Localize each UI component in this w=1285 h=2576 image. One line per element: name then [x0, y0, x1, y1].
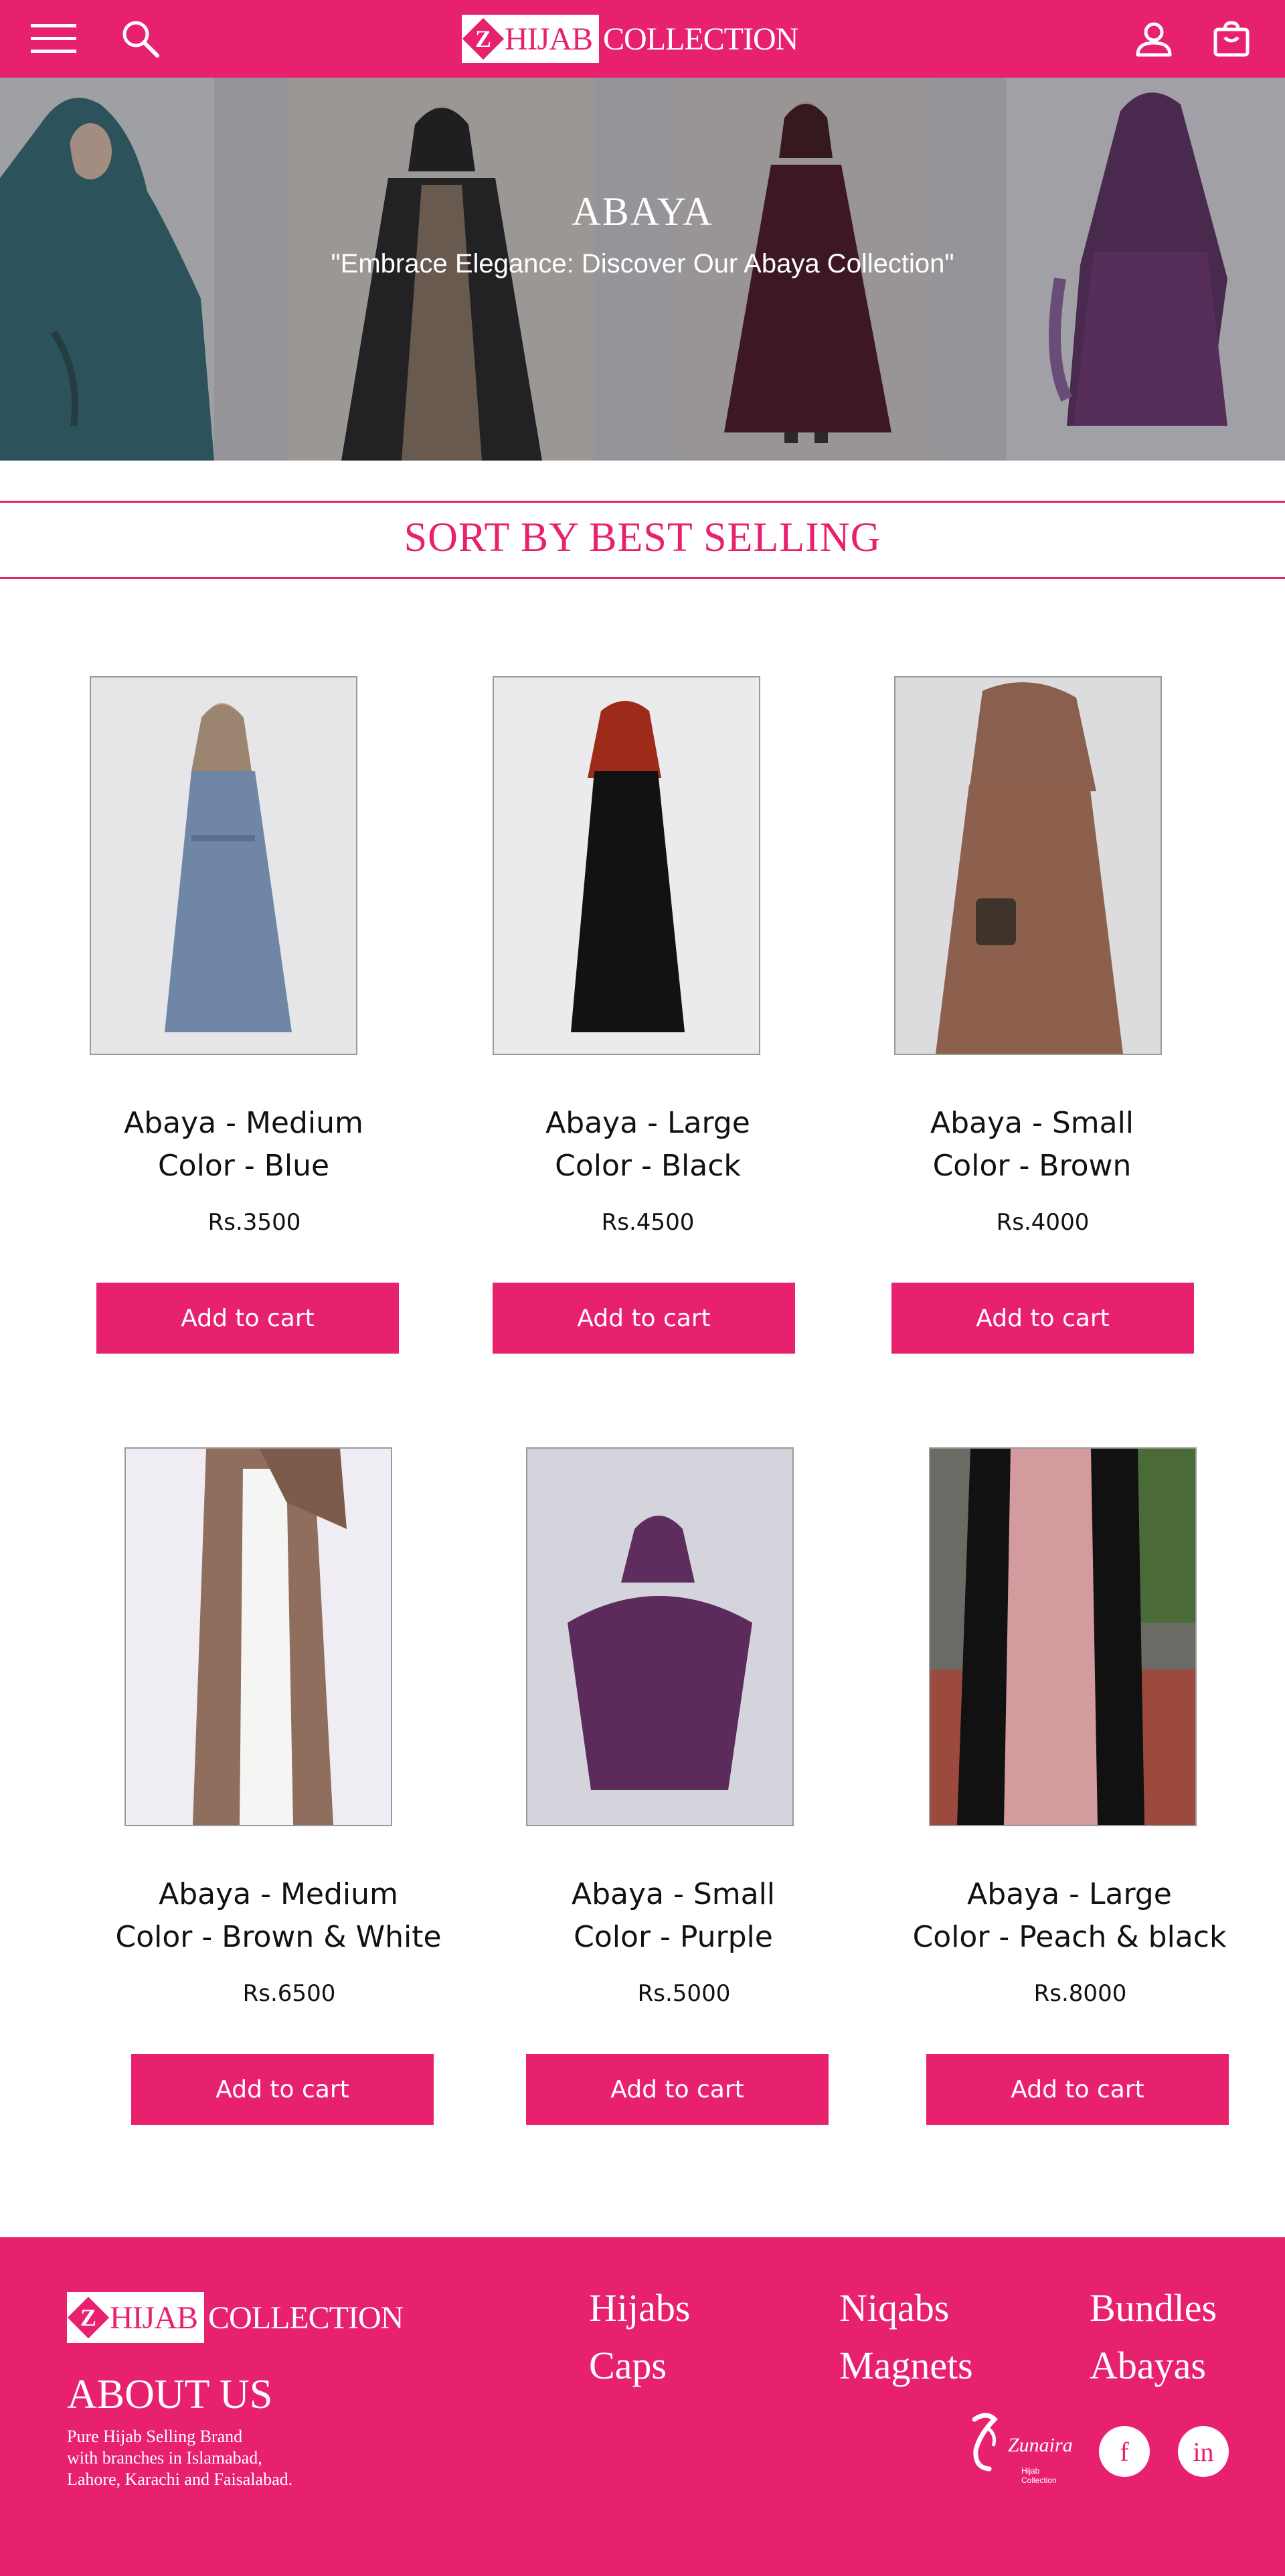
- product-title: Abaya - Large Color - Peach & black: [902, 1873, 1237, 1959]
- account-icon[interactable]: [1131, 16, 1177, 62]
- product-color: Color - Brown: [932, 1149, 1132, 1183]
- logo-badge: Z HIJAB: [462, 15, 600, 63]
- about-line: with branches in Islamabad,: [67, 2448, 262, 2468]
- partner-tagline: Hijab Collection: [1021, 2466, 1057, 2485]
- product-title: Abaya - Medium Color - Brown & White: [111, 1873, 446, 1959]
- product-color: Color - Blue: [157, 1149, 330, 1183]
- product-price: Rs.8000: [1033, 1980, 1127, 2007]
- product-size: Abaya - Large: [967, 1877, 1172, 1911]
- footer-logo[interactable]: Z HIJAB COLLECTION: [67, 2292, 404, 2343]
- product-image-brown-abaya[interactable]: [894, 676, 1162, 1055]
- site-header: Z HIJAB COLLECTION: [0, 0, 1285, 78]
- partner-name: Zunaira: [1008, 2434, 1073, 2456]
- about-us-title: ABOUT US: [67, 2372, 273, 2417]
- footer-logo-badge: Z HIJAB: [67, 2292, 205, 2343]
- search-icon[interactable]: [118, 16, 163, 62]
- linkedin-icon[interactable]: in: [1178, 2426, 1229, 2477]
- logo-z-mark: Z: [462, 17, 505, 60]
- footer-link-hijabs[interactable]: Hijabs: [589, 2285, 690, 2330]
- product-price: Rs.6500: [242, 1980, 336, 2007]
- footer-link-abayas[interactable]: Abayas: [1090, 2343, 1206, 2388]
- add-to-cart-button[interactable]: Add to cart: [891, 1283, 1194, 1354]
- product-size: Abaya - Medium: [159, 1877, 398, 1911]
- product-color: Color - Peach & black: [912, 1920, 1227, 1954]
- product-image-purple-abaya[interactable]: [526, 1447, 794, 1826]
- sort-divider-top: [0, 501, 1285, 503]
- footer-logo-z-mark: Z: [67, 2296, 110, 2339]
- product-title: Abaya - Small Color - Purple: [506, 1873, 841, 1959]
- product-color: Color - Brown & White: [115, 1920, 442, 1954]
- footer-link-bundles[interactable]: Bundles: [1090, 2285, 1217, 2330]
- product-size: Abaya - Medium: [124, 1106, 363, 1140]
- product-color: Color - Black: [555, 1149, 741, 1183]
- about-us-description: Pure Hijab Selling Brand with branches i…: [67, 2426, 402, 2490]
- footer-link-niqabs[interactable]: Niqabs: [839, 2285, 949, 2330]
- product-price: Rs.4500: [601, 1209, 695, 1236]
- product-title: Abaya - Small Color - Brown: [865, 1102, 1199, 1188]
- product-image-black-abaya[interactable]: [493, 676, 760, 1055]
- product-image-blue-abaya[interactable]: [90, 676, 357, 1055]
- facebook-icon[interactable]: f: [1099, 2426, 1150, 2477]
- product-image-peach-black-abaya[interactable]: [929, 1447, 1197, 1826]
- product-price: Rs.5000: [637, 1980, 731, 2007]
- menu-icon[interactable]: [31, 16, 76, 62]
- product-title: Abaya - Large Color - Black: [481, 1102, 815, 1188]
- add-to-cart-button[interactable]: Add to cart: [526, 2054, 829, 2125]
- product-size: Abaya - Large: [545, 1106, 750, 1140]
- hero-title: ABAYA: [572, 189, 713, 234]
- shopping-bag-icon[interactable]: [1209, 16, 1254, 62]
- product-title: Abaya - Medium Color - Blue: [76, 1102, 411, 1188]
- product-image-brown-white-abaya[interactable]: [124, 1447, 392, 1826]
- hero-banner: ABAYA "Embrace Elegance: Discover Our Ab…: [0, 78, 1285, 461]
- logo-text-collection: COLLECTION: [603, 21, 798, 57]
- about-line: Lahore, Karachi and Faisalabad.: [67, 2470, 293, 2489]
- logo-text-hijab: HIJAB: [505, 21, 593, 57]
- add-to-cart-button[interactable]: Add to cart: [96, 1283, 399, 1354]
- footer-logo-text-hijab: HIJAB: [110, 2300, 198, 2336]
- add-to-cart-button[interactable]: Add to cart: [926, 2054, 1229, 2125]
- product-price: Rs.4000: [996, 1209, 1090, 1236]
- footer-link-caps[interactable]: Caps: [589, 2343, 667, 2388]
- hero-subtitle: "Embrace Elegance: Discover Our Abaya Co…: [331, 249, 954, 278]
- sort-divider-bottom: [0, 577, 1285, 579]
- brand-logo[interactable]: Z HIJAB COLLECTION: [462, 15, 798, 63]
- add-to-cart-button[interactable]: Add to cart: [493, 1283, 795, 1354]
- sort-title[interactable]: SORT BY BEST SELLING: [0, 514, 1285, 562]
- product-size: Abaya - Small: [930, 1106, 1134, 1140]
- product-size: Abaya - Small: [571, 1877, 776, 1911]
- footer-logo-text-collection: COLLECTION: [208, 2300, 404, 2336]
- product-color: Color - Purple: [574, 1920, 773, 1954]
- partner-logo: Zunaira Hijab Collection: [960, 2407, 1075, 2486]
- about-line: Pure Hijab Selling Brand: [67, 2427, 243, 2446]
- add-to-cart-button[interactable]: Add to cart: [131, 2054, 434, 2125]
- product-price: Rs.3500: [207, 1209, 301, 1236]
- footer-link-magnets[interactable]: Magnets: [839, 2343, 973, 2388]
